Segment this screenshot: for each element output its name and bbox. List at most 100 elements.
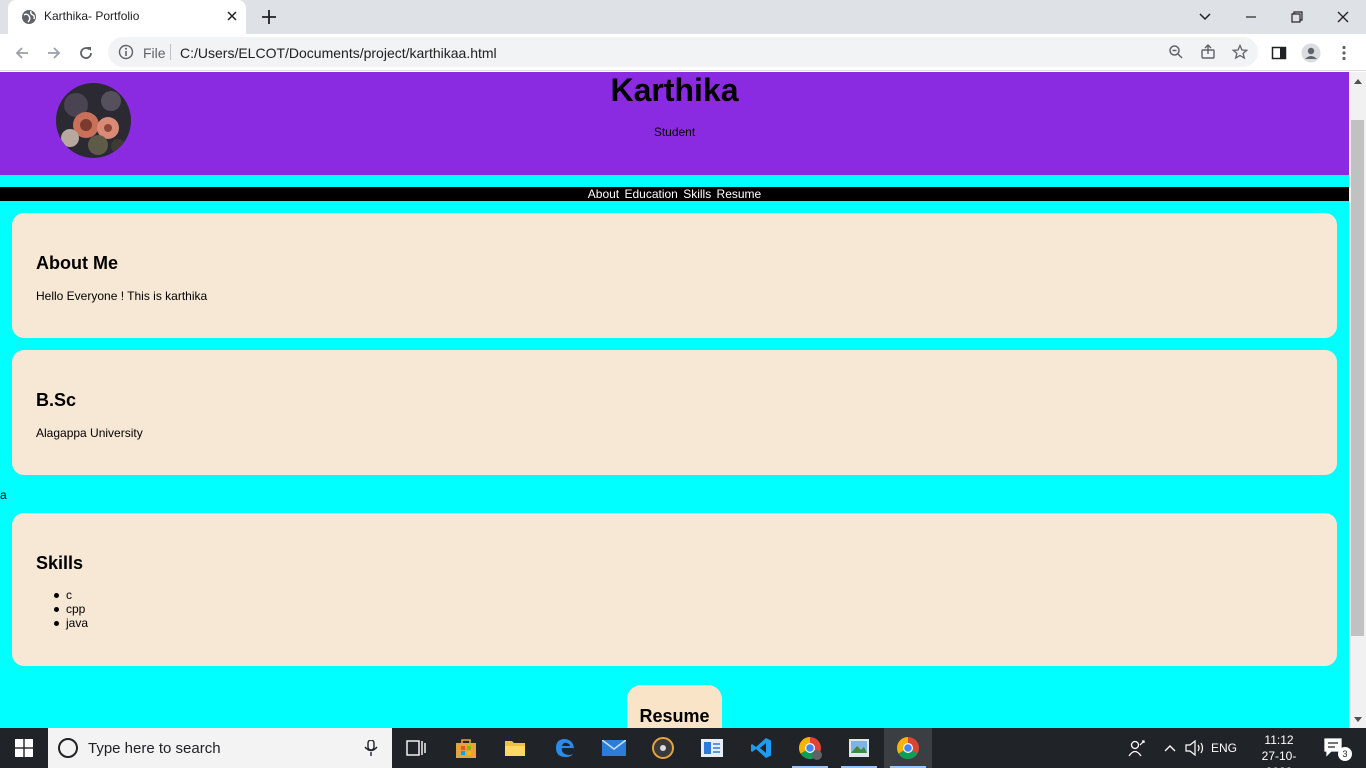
close-icon xyxy=(1337,11,1349,23)
education-text: Alagappa University xyxy=(36,426,143,440)
clock-date: 27-10-2023 xyxy=(1261,749,1297,768)
microphone-icon[interactable] xyxy=(364,740,378,756)
input-language-indicator[interactable]: ENG xyxy=(1208,728,1240,768)
scroll-down-arrow[interactable] xyxy=(1349,711,1366,728)
speaker-icon xyxy=(1185,740,1204,756)
taskbar-search-box[interactable]: Type here to search xyxy=(48,728,392,768)
globe-icon xyxy=(22,10,36,24)
media-player-button[interactable] xyxy=(639,728,687,768)
restore-icon xyxy=(1291,11,1303,23)
caret-up-icon xyxy=(1353,78,1362,84)
chrome-button[interactable] xyxy=(884,728,932,768)
page-viewport: Karthika Student About Education Skills … xyxy=(0,72,1366,728)
scroll-up-arrow[interactable] xyxy=(1349,72,1366,89)
file-explorer-button[interactable] xyxy=(491,728,539,768)
nav-link-skills[interactable]: Skills xyxy=(683,187,711,201)
tab-title: Karthika- Portfolio xyxy=(44,9,140,23)
bookmark-star-icon[interactable] xyxy=(1232,44,1248,60)
skills-heading: Skills xyxy=(36,553,84,573)
close-tab-icon[interactable] xyxy=(224,8,240,24)
forward-button[interactable] xyxy=(44,43,64,63)
nav-bar: About Education Skills Resume xyxy=(0,187,1349,201)
windows-logo-icon xyxy=(15,739,33,757)
file-scheme-label: File xyxy=(143,45,166,61)
reload-button[interactable] xyxy=(76,43,96,63)
taskbar-clock[interactable]: 11:12 27-10-2023 xyxy=(1252,732,1306,768)
store-icon xyxy=(456,739,476,758)
image-viewer-button[interactable] xyxy=(835,728,883,768)
list-item: cpp xyxy=(53,602,88,616)
side-panel-icon xyxy=(1271,46,1287,60)
about-text: Hello Everyone ! This is karthika xyxy=(36,289,208,303)
back-button[interactable] xyxy=(12,43,32,63)
restore-button[interactable] xyxy=(1274,0,1320,34)
vscode-button[interactable] xyxy=(737,728,785,768)
media-player-icon xyxy=(652,737,674,759)
skills-section: Skills c cpp java xyxy=(12,513,1337,666)
nav-link-about[interactable]: About xyxy=(588,187,619,201)
start-button[interactable] xyxy=(0,728,48,768)
education-section: B.Sc Alagappa University xyxy=(12,350,1337,475)
list-item: c xyxy=(53,588,88,602)
side-panel-button[interactable] xyxy=(1269,43,1289,63)
app-window-icon xyxy=(701,739,723,757)
search-icon xyxy=(58,738,78,758)
chrome-menu-button[interactable] xyxy=(1334,43,1354,63)
task-view-button[interactable] xyxy=(392,728,440,768)
stray-text: a xyxy=(0,488,7,502)
address-bar[interactable]: File C:/Users/ELCOT/Documents/project/ka… xyxy=(108,37,1258,67)
scrollbar-thumb[interactable] xyxy=(1351,120,1364,636)
mail-button[interactable] xyxy=(590,728,638,768)
image-viewer-icon xyxy=(849,739,869,757)
zoom-icon[interactable] xyxy=(1168,44,1184,60)
share-icon[interactable] xyxy=(1200,44,1216,60)
about-section: About Me Hello Everyone ! This is karthi… xyxy=(12,213,1337,338)
volume-button[interactable] xyxy=(1184,728,1206,768)
browser-toolbar: File C:/Users/ELCOT/Documents/project/ka… xyxy=(0,34,1366,71)
store-button[interactable] xyxy=(442,728,490,768)
minimize-icon xyxy=(1246,16,1256,18)
task-view-icon xyxy=(406,740,426,756)
folder-icon xyxy=(505,741,525,756)
vscode-icon xyxy=(751,738,771,758)
chrome-icon xyxy=(897,737,919,759)
search-placeholder: Type here to search xyxy=(88,740,221,757)
show-hidden-icons-button[interactable] xyxy=(1160,728,1180,768)
tab-search-button[interactable] xyxy=(1182,0,1228,34)
education-heading: B.Sc xyxy=(36,390,77,410)
browser-tab[interactable]: Karthika- Portfolio xyxy=(8,0,246,34)
chrome-profile-button[interactable] xyxy=(786,728,834,768)
browser-tab-strip: Karthika- Portfolio xyxy=(0,0,1366,34)
caret-down-icon xyxy=(1353,716,1362,722)
edge-icon xyxy=(556,739,574,757)
mail-icon xyxy=(602,740,626,756)
more-vertical-icon xyxy=(1342,45,1346,61)
windows-taskbar: Type here to search ENG 11:12 27-10- 3 xyxy=(0,728,1366,768)
arrow-left-icon xyxy=(15,47,28,59)
page-scrollbar[interactable] xyxy=(1349,72,1366,728)
resume-section: Resume xyxy=(627,685,722,728)
profile-button[interactable] xyxy=(1301,43,1321,63)
chrome-icon xyxy=(799,737,822,760)
nav-link-resume[interactable]: Resume xyxy=(717,187,762,201)
edge-button[interactable] xyxy=(541,728,589,768)
skills-list: c cpp java xyxy=(53,588,88,630)
close-window-button[interactable] xyxy=(1320,0,1366,34)
page-title: Karthika xyxy=(610,72,739,108)
nav-link-education[interactable]: Education xyxy=(624,187,677,201)
arrow-right-icon xyxy=(48,47,61,59)
calculator-app-button[interactable] xyxy=(688,728,736,768)
url-text[interactable]: C:/Users/ELCOT/Documents/project/karthik… xyxy=(180,45,497,61)
page-header: Karthika Student xyxy=(0,72,1349,175)
chevron-up-icon xyxy=(1164,745,1176,752)
about-heading: About Me xyxy=(36,253,118,273)
page-subtitle: Student xyxy=(653,125,696,139)
minimize-button[interactable] xyxy=(1228,0,1274,34)
clock-time: 11:12 xyxy=(1264,733,1294,747)
address-separator xyxy=(170,44,171,60)
notification-center-button[interactable]: 3 xyxy=(1316,728,1356,768)
people-icon xyxy=(1128,740,1145,757)
info-icon[interactable] xyxy=(118,44,134,60)
people-button[interactable] xyxy=(1122,728,1150,768)
new-tab-icon[interactable] xyxy=(260,8,278,26)
